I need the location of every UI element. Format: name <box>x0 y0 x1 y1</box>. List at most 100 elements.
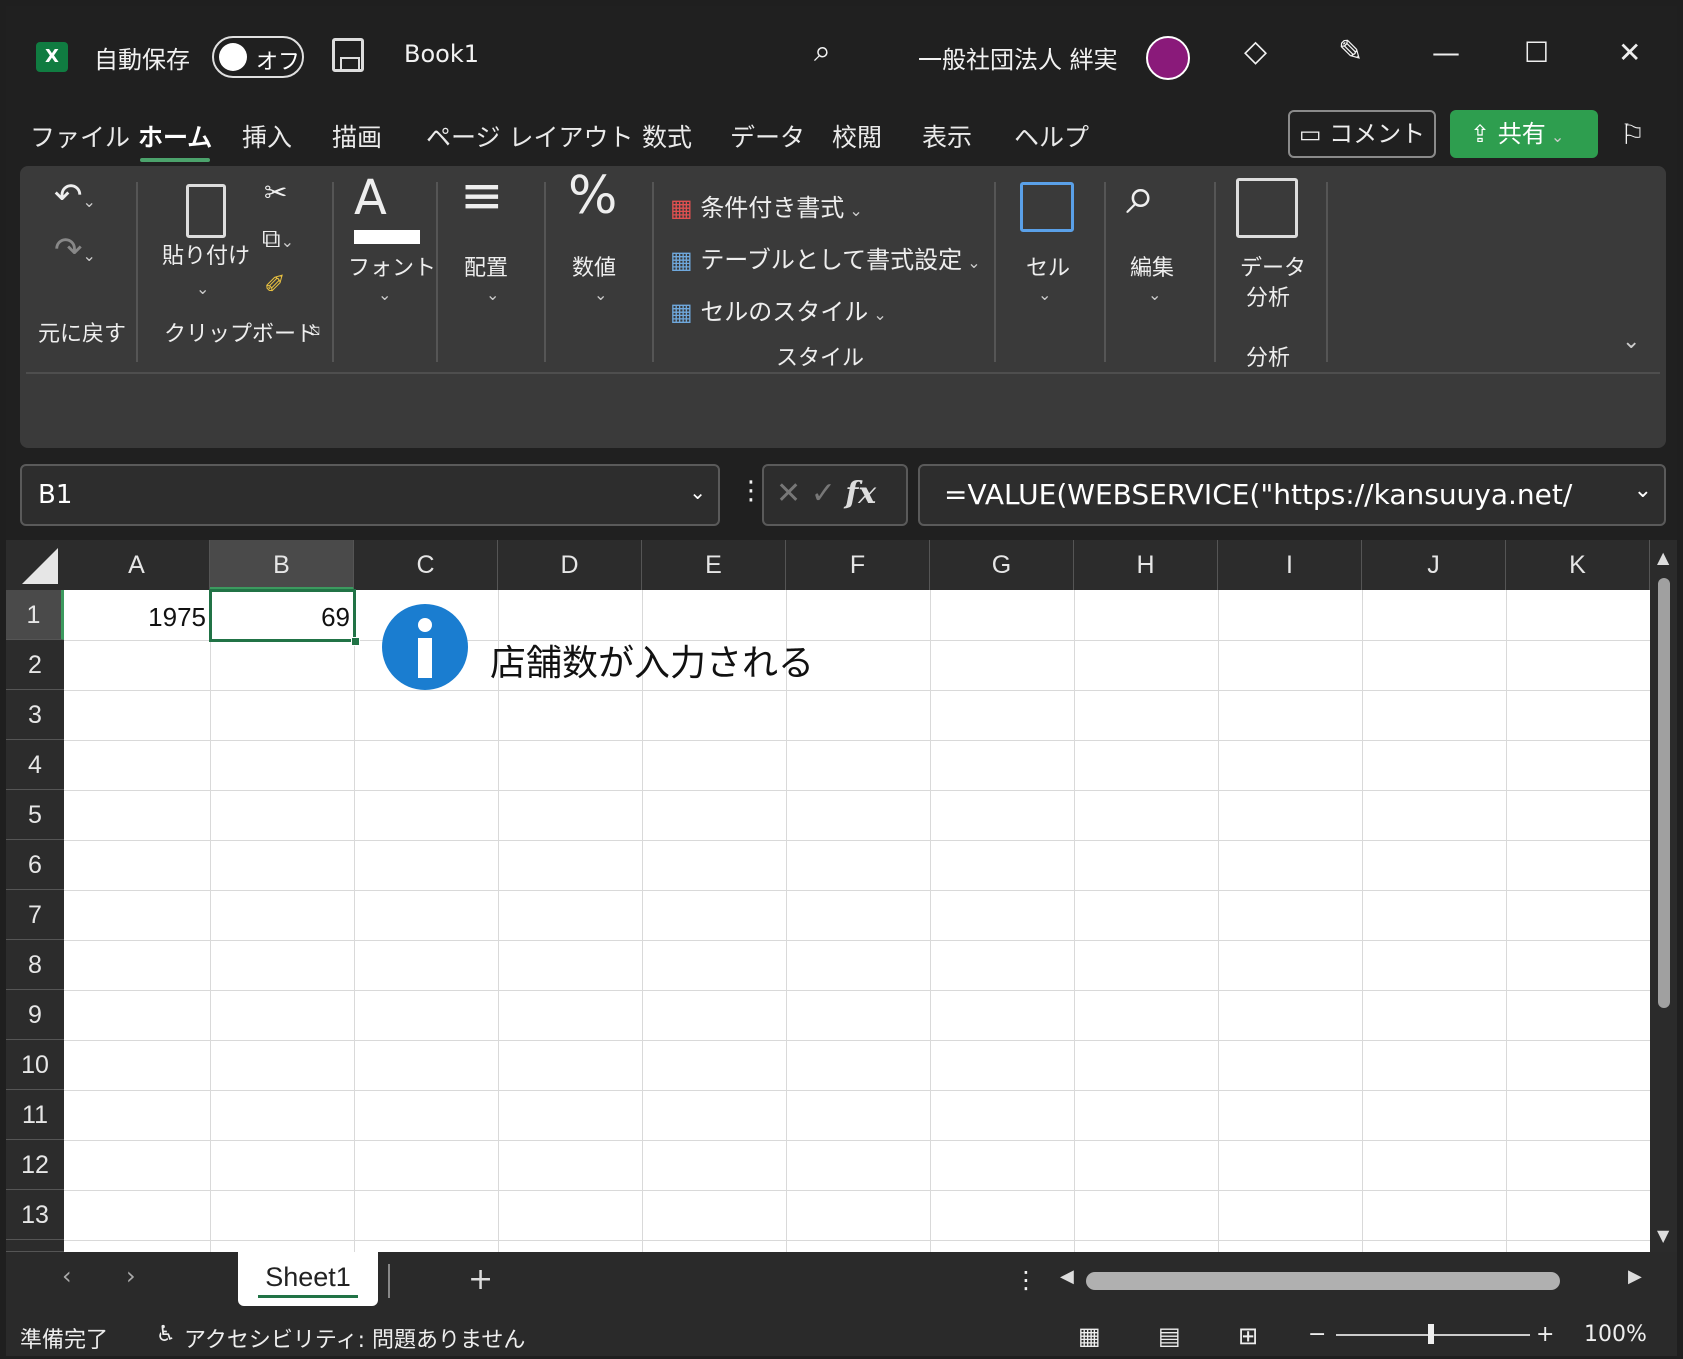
column-header-j[interactable]: J <box>1362 540 1506 590</box>
format-painter-icon[interactable]: ✐ <box>264 270 286 300</box>
column-header-b[interactable]: B <box>210 540 354 590</box>
tab-file[interactable]: ファイル <box>30 118 130 154</box>
row-header-4[interactable]: 4 <box>6 740 64 790</box>
table-format-button[interactable]: ▦ テーブルとして書式設定 ⌄ <box>670 240 981 275</box>
pen-icon[interactable]: ✎ <box>1338 34 1363 69</box>
horizontal-scroll-thumb[interactable] <box>1086 1272 1560 1290</box>
row-header-1[interactable]: 1 <box>6 590 64 640</box>
scroll-left-icon[interactable]: ◀ <box>1060 1266 1074 1287</box>
save-icon[interactable] <box>332 38 364 72</box>
data-analysis-icon[interactable] <box>1236 178 1298 238</box>
sheet-tab-sheet1[interactable]: Sheet1 <box>238 1252 378 1306</box>
column-header-k[interactable]: K <box>1506 540 1650 590</box>
scroll-up-icon[interactable]: ▲ <box>1657 548 1669 567</box>
autosave-toggle[interactable]: オフ <box>212 36 304 78</box>
row-header-6[interactable]: 6 <box>6 840 64 890</box>
normal-view-icon[interactable]: ▦ <box>1078 1322 1101 1350</box>
cancel-icon[interactable]: ✕ <box>776 476 801 511</box>
formula-expand-icon[interactable]: ⌄ <box>1634 478 1652 503</box>
edit-chevron-icon[interactable]: ⌄ <box>1148 278 1161 306</box>
align-icon[interactable]: ≡ <box>460 166 504 226</box>
row-header-5[interactable]: 5 <box>6 790 64 840</box>
minimize-button[interactable]: — <box>1432 36 1460 69</box>
more-icon[interactable]: ⋮ <box>1014 1266 1038 1294</box>
row-header-7[interactable]: 7 <box>6 890 64 940</box>
page-layout-view-icon[interactable]: ▤ <box>1158 1322 1181 1350</box>
cell-a1[interactable]: 1975 <box>68 602 206 633</box>
column-header-h[interactable]: H <box>1074 540 1218 590</box>
tab-insert[interactable]: 挿入 <box>242 118 292 154</box>
sheet-next-icon[interactable]: › <box>126 1262 136 1290</box>
number-chevron-icon[interactable]: ⌄ <box>594 278 607 306</box>
zoom-out-button[interactable]: − <box>1308 1322 1326 1347</box>
more-icon[interactable]: ⋮ <box>738 476 764 506</box>
column-header-g[interactable]: G <box>930 540 1074 590</box>
conditional-format-button[interactable]: ▦ 条件付き書式 ⌄ <box>670 188 863 223</box>
chevron-down-icon[interactable]: ⌄ <box>689 480 706 504</box>
zoom-level[interactable]: 100% <box>1584 1322 1647 1347</box>
row-header-10[interactable]: 10 <box>6 1040 64 1090</box>
row-header-13[interactable]: 13 <box>6 1190 64 1240</box>
insert-function-icon[interactable]: fx <box>845 476 876 511</box>
formula-input[interactable]: =VALUE(WEBSERVICE("https://kansuuya.net/… <box>918 464 1666 526</box>
column-header-a[interactable]: A <box>64 540 210 590</box>
tab-home[interactable]: ホーム <box>138 118 212 162</box>
font-label[interactable]: フォント <box>348 250 436 282</box>
tab-draw[interactable]: 描画 <box>332 118 382 154</box>
align-chevron-icon[interactable]: ⌄ <box>486 278 499 306</box>
accessibility-status[interactable]: アクセシビリティ: 問題ありません <box>184 1322 525 1354</box>
tab-help[interactable]: ヘルプ <box>1014 118 1089 154</box>
comment-button[interactable]: ▭ コメント <box>1288 110 1436 158</box>
vertical-scrollbar[interactable]: ▲ ▼ <box>1650 540 1677 1252</box>
scroll-down-icon[interactable]: ▼ <box>1657 1226 1669 1245</box>
diamond-icon[interactable]: ◇ <box>1244 34 1267 69</box>
font-icon[interactable]: A <box>354 170 387 226</box>
column-header-c[interactable]: C <box>354 540 498 590</box>
accessibility-icon[interactable]: ♿ <box>156 1322 176 1347</box>
cut-icon[interactable]: ✂ <box>264 176 287 209</box>
maximize-button[interactable]: ☐ <box>1524 36 1549 69</box>
row-header-9[interactable]: 9 <box>6 990 64 1040</box>
vertical-scroll-thumb[interactable] <box>1658 578 1670 1008</box>
avatar[interactable] <box>1146 36 1190 80</box>
column-header-f[interactable]: F <box>786 540 930 590</box>
select-all-corner[interactable] <box>6 540 64 590</box>
data-analysis-label-2[interactable]: 分析 <box>1246 280 1290 312</box>
row-header-12[interactable]: 12 <box>6 1140 64 1190</box>
undo-icon[interactable]: ↶⌄ <box>54 176 96 216</box>
row-header-3[interactable]: 3 <box>6 690 64 740</box>
zoom-in-button[interactable]: + <box>1536 1322 1554 1347</box>
row-header-11[interactable]: 11 <box>6 1090 64 1140</box>
column-header-e[interactable]: E <box>642 540 786 590</box>
row-header-8[interactable]: 8 <box>6 940 64 990</box>
copy-icon[interactable]: ⧉⌄ <box>262 224 294 255</box>
tab-page-layout[interactable]: ページ レイアウト <box>426 118 633 154</box>
paste-icon[interactable] <box>186 184 226 238</box>
percent-icon[interactable]: % <box>568 166 617 226</box>
tab-view[interactable]: 表示 <box>922 118 972 154</box>
sheet-prev-icon[interactable]: ‹ <box>62 1262 72 1290</box>
tab-data[interactable]: データ <box>730 118 805 154</box>
close-button[interactable]: ✕ <box>1618 36 1641 69</box>
share-button[interactable]: ⇪ 共有 ⌄ <box>1450 110 1598 158</box>
column-header-d[interactable]: D <box>498 540 642 590</box>
feedback-icon[interactable]: ⚐ <box>1620 118 1645 151</box>
fill-handle[interactable] <box>351 637 360 646</box>
add-sheet-button[interactable]: + <box>468 1262 493 1297</box>
horizontal-scrollbar[interactable]: ◀ ▶ <box>1054 1266 1642 1294</box>
tab-review[interactable]: 校閲 <box>832 118 882 154</box>
search-icon[interactable]: ⌕ <box>814 34 831 69</box>
dialog-launcher-icon[interactable]: ⧅ <box>310 320 320 340</box>
zoom-slider-thumb[interactable] <box>1428 1324 1434 1344</box>
ribbon-collapse-icon[interactable]: ⌄ <box>1622 326 1640 354</box>
scroll-right-icon[interactable]: ▶ <box>1628 1266 1642 1287</box>
column-header-i[interactable]: I <box>1218 540 1362 590</box>
worksheet-grid[interactable]: A B C D E F G H I J K 1 2 3 4 5 6 7 8 9 … <box>6 540 1650 1252</box>
cells-chevron-icon[interactable]: ⌄ <box>1038 278 1051 306</box>
cells-icon[interactable] <box>1020 182 1074 232</box>
font-chevron-icon[interactable]: ⌄ <box>378 278 391 306</box>
paste-chevron-icon[interactable]: ⌄ <box>196 272 209 300</box>
cell-styles-button[interactable]: ▦ セルのスタイル ⌄ <box>670 292 887 327</box>
page-break-view-icon[interactable]: ⊞ <box>1238 1322 1258 1350</box>
row-header-2[interactable]: 2 <box>6 640 64 690</box>
